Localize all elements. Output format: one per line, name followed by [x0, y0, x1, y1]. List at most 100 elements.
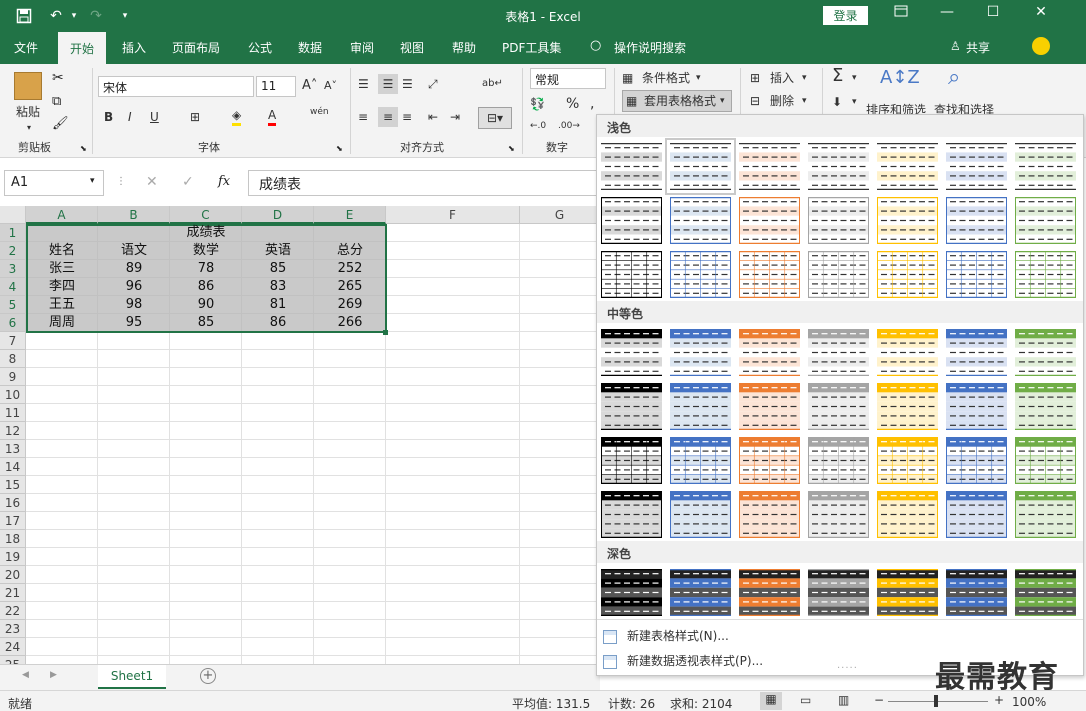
- orientation-icon[interactable]: ⤢: [428, 74, 438, 94]
- data-cell[interactable]: 83: [242, 278, 314, 296]
- conditional-format-button[interactable]: 条件格式: [642, 68, 690, 88]
- table-style-swatch[interactable]: [877, 142, 938, 191]
- table-style-swatch[interactable]: [1015, 142, 1076, 191]
- underline-button[interactable]: U: [150, 107, 159, 127]
- row-header[interactable]: 19: [0, 548, 26, 566]
- row-header[interactable]: 2: [0, 242, 26, 260]
- table-style-swatch[interactable]: [601, 490, 662, 539]
- decrease-decimal-icon[interactable]: .00→: [558, 116, 580, 136]
- tab-insert[interactable]: 插入: [122, 39, 146, 56]
- row-header[interactable]: 5: [0, 296, 26, 314]
- minimize-icon[interactable]: —: [934, 4, 960, 26]
- sort-filter-icon[interactable]: A↕Z: [880, 68, 920, 88]
- close-icon[interactable]: ✕: [1028, 4, 1054, 26]
- row-header[interactable]: 9: [0, 368, 26, 386]
- table-style-swatch[interactable]: [877, 250, 938, 299]
- tab-formulas[interactable]: 公式: [248, 39, 272, 56]
- table-style-swatch[interactable]: [808, 568, 869, 617]
- table-style-swatch[interactable]: [877, 382, 938, 431]
- confirm-entry-icon[interactable]: ✓: [182, 174, 194, 190]
- normal-view-icon[interactable]: ▦: [760, 692, 782, 710]
- table-style-swatch[interactable]: [665, 138, 736, 195]
- zoom-out-icon[interactable]: −: [874, 693, 884, 707]
- align-right-icon[interactable]: ≡: [402, 107, 412, 127]
- accounting-format-icon[interactable]: 💱: [530, 94, 545, 114]
- italic-button[interactable]: I: [128, 107, 132, 127]
- row-header[interactable]: 13: [0, 440, 26, 458]
- table-style-swatch[interactable]: [601, 436, 662, 485]
- table-style-swatch[interactable]: [1015, 490, 1076, 539]
- row-header[interactable]: 18: [0, 530, 26, 548]
- paste-icon[interactable]: [14, 72, 42, 100]
- column-header[interactable]: G: [520, 206, 600, 224]
- add-sheet-icon[interactable]: +: [200, 668, 216, 684]
- worksheet-grid[interactable]: A B C D E F G 1 2 3 4 5 6 7 8 9 10 11 12 13 14 15 16 17 1…: [0, 206, 600, 664]
- data-cell[interactable]: 86: [170, 278, 242, 296]
- table-style-swatch[interactable]: [1015, 436, 1076, 485]
- paste-dropdown-icon[interactable]: ▾: [22, 118, 36, 138]
- table-style-swatch[interactable]: [946, 196, 1007, 245]
- insert-dropdown-icon[interactable]: ▾: [802, 68, 807, 88]
- share-button[interactable]: 共享: [966, 39, 990, 56]
- autosum-icon[interactable]: Σ: [832, 66, 843, 86]
- table-style-swatch[interactable]: [670, 490, 731, 539]
- column-header[interactable]: B: [98, 206, 170, 224]
- data-cell[interactable]: 269: [314, 296, 386, 314]
- data-cell[interactable]: 96: [98, 278, 170, 296]
- data-cell[interactable]: 90: [170, 296, 242, 314]
- table-style-swatch[interactable]: [739, 196, 800, 245]
- scroll-sheets-right-icon[interactable]: ▶: [50, 670, 57, 680]
- table-style-swatch[interactable]: [946, 568, 1007, 617]
- table-style-swatch[interactable]: [739, 250, 800, 299]
- copy-icon[interactable]: ⧉: [52, 94, 61, 109]
- new-pivot-style-menu-item[interactable]: 新建数据透视表样式(P)...: [603, 652, 763, 669]
- data-cell[interactable]: 张三: [26, 260, 98, 278]
- percent-icon[interactable]: %: [566, 94, 579, 114]
- tell-me-search[interactable]: 操作说明搜索: [614, 39, 686, 56]
- data-cell[interactable]: 86: [242, 314, 314, 332]
- table-style-swatch[interactable]: [946, 436, 1007, 485]
- cancel-entry-icon[interactable]: ✕: [146, 174, 158, 190]
- table-style-swatch[interactable]: [946, 250, 1007, 299]
- fill-icon[interactable]: ⬇: [832, 92, 842, 112]
- tab-review[interactable]: 审阅: [350, 39, 374, 56]
- table-style-swatch[interactable]: [739, 568, 800, 617]
- row-header[interactable]: 7: [0, 332, 26, 350]
- insert-cells-icon[interactable]: ⊞: [750, 68, 760, 88]
- align-top-icon[interactable]: ☰: [358, 74, 369, 94]
- table-style-swatch[interactable]: [739, 142, 800, 191]
- page-layout-view-icon[interactable]: ▭: [800, 693, 811, 707]
- header-cell[interactable]: 英语: [242, 242, 314, 260]
- table-style-swatch[interactable]: [1015, 196, 1076, 245]
- increase-indent-icon[interactable]: ⇥: [450, 107, 460, 127]
- find-select-icon[interactable]: ⌕: [948, 67, 960, 89]
- table-style-swatch[interactable]: [946, 490, 1007, 539]
- autosum-dropdown-icon[interactable]: ▾: [852, 68, 857, 88]
- column-header[interactable]: A: [26, 206, 98, 224]
- table-style-swatch[interactable]: [877, 490, 938, 539]
- resize-grip-icon[interactable]: ·····: [837, 663, 858, 674]
- format-painter-icon[interactable]: 🖌: [52, 116, 69, 131]
- row-header[interactable]: 20: [0, 566, 26, 584]
- tab-file[interactable]: 文件: [14, 39, 38, 56]
- row-header[interactable]: 11: [0, 404, 26, 422]
- bold-button[interactable]: B: [104, 107, 113, 127]
- data-cell[interactable]: 78: [170, 260, 242, 278]
- page-break-view-icon[interactable]: ▥: [838, 693, 849, 707]
- row-header[interactable]: 12: [0, 422, 26, 440]
- comma-style-icon[interactable]: ,: [590, 94, 594, 114]
- zoom-slider[interactable]: [888, 701, 988, 702]
- merge-center-icon[interactable]: ⊟▾: [478, 107, 512, 129]
- row-header[interactable]: 6: [0, 314, 26, 332]
- table-style-swatch[interactable]: [739, 382, 800, 431]
- zoom-level[interactable]: 100%: [1012, 695, 1046, 709]
- table-style-swatch[interactable]: [670, 196, 731, 245]
- borders-icon[interactable]: ⊞: [190, 107, 200, 127]
- table-style-swatch[interactable]: [877, 196, 938, 245]
- login-button[interactable]: 登录: [823, 6, 868, 25]
- clipboard-launcher-icon[interactable]: ⬊: [80, 144, 87, 153]
- row-header[interactable]: 16: [0, 494, 26, 512]
- new-table-style-menu-item[interactable]: 新建表格样式(N)...: [603, 627, 729, 644]
- align-middle-icon[interactable]: ☰: [378, 74, 398, 94]
- table-style-swatch[interactable]: [946, 142, 1007, 191]
